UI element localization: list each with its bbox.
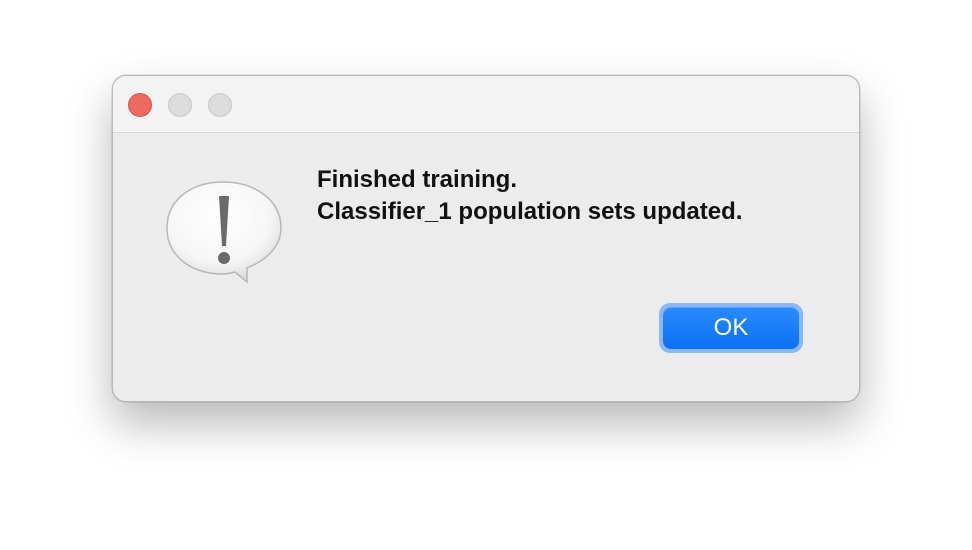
- alert-message: Finished training. Classifier_1 populati…: [317, 164, 742, 228]
- title-bar: [113, 76, 859, 133]
- zoom-window-button[interactable]: [208, 93, 232, 117]
- alert-message-line-1: Finished training.: [317, 166, 518, 193]
- close-window-button[interactable]: [128, 93, 152, 117]
- alert-message-line-2: Classifier_1 population sets updated.: [317, 198, 743, 225]
- ok-button[interactable]: OK: [663, 307, 799, 349]
- ok-button-focus-ring: OK: [659, 303, 803, 353]
- minimize-window-button[interactable]: [168, 93, 192, 117]
- alert-dialog: Finished training. Classifier_1 populati…: [112, 75, 860, 402]
- exclamation-speech-bubble-icon: [166, 181, 282, 284]
